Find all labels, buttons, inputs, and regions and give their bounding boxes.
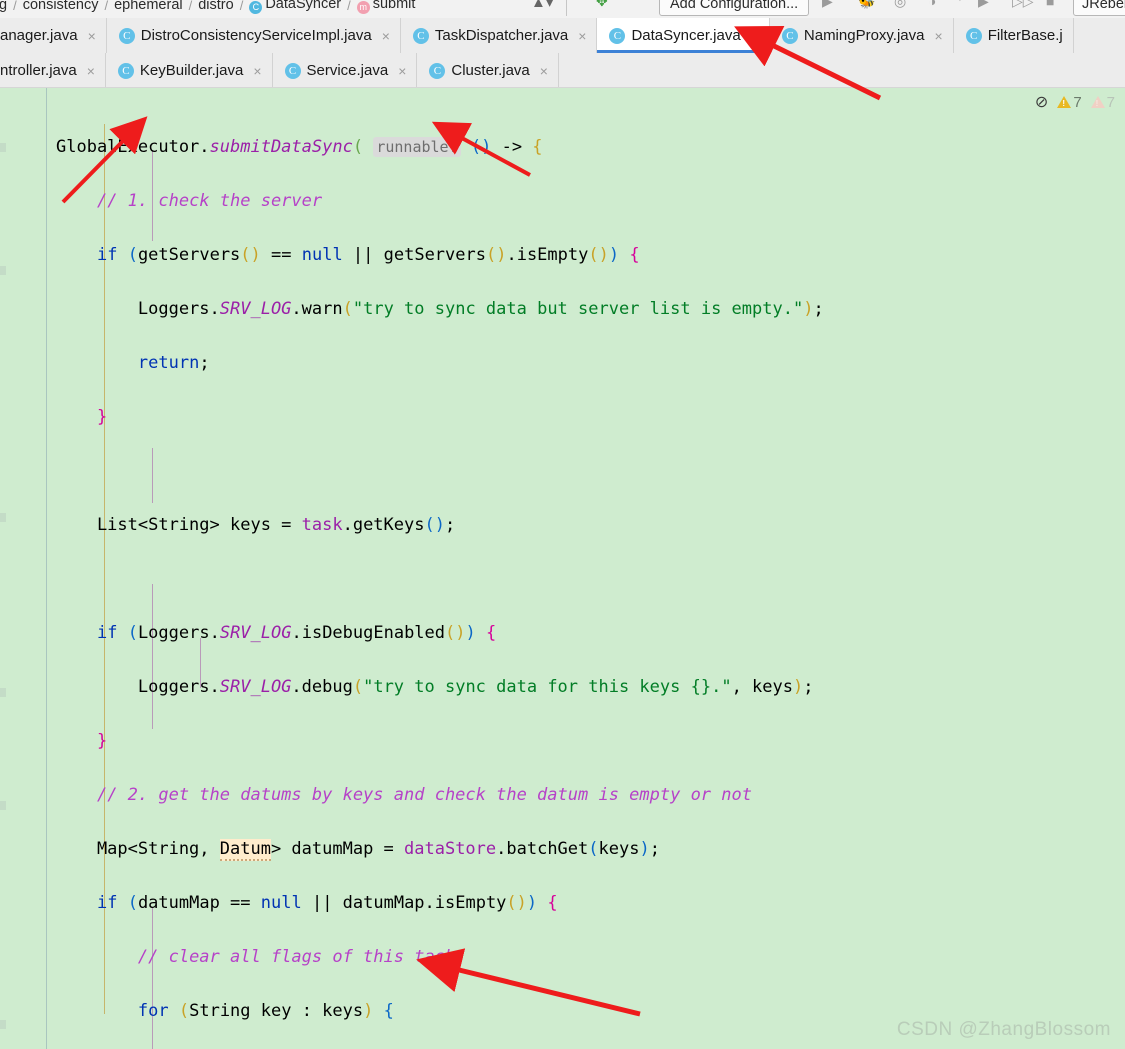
code-line[interactable]: } bbox=[56, 404, 920, 431]
run-configuration-selector[interactable]: Add Configuration... bbox=[659, 0, 810, 16]
close-icon[interactable]: × bbox=[751, 28, 759, 44]
breadcrumb-item-5-label: submit bbox=[372, 0, 416, 12]
code-content[interactable]: GlobalExecutor.submitDataSync( runnable:… bbox=[56, 107, 920, 1049]
tab-distroconsistencyserviceimpl-java[interactable]: C DistroConsistencyServiceImpl.java × bbox=[106, 18, 401, 53]
tab-taskdispatcher-java[interactable]: C TaskDispatcher.java × bbox=[400, 18, 598, 53]
tab-anager-java[interactable]: anager.java × bbox=[0, 18, 107, 53]
build-icon[interactable]: ✥ bbox=[596, 0, 608, 10]
stop-icon[interactable]: ■ bbox=[1046, 0, 1054, 9]
tab-label: DistroConsistencyServiceImpl.java bbox=[140, 27, 372, 44]
java-class-icon: C bbox=[412, 27, 429, 44]
warning-indicator[interactable]: 7 bbox=[1057, 93, 1082, 111]
ide-window: g / consistency / ephemeral / distro / C… bbox=[0, 0, 1125, 1049]
java-class-icon: C bbox=[429, 62, 446, 79]
java-class-icon: C bbox=[965, 27, 982, 44]
code-line[interactable]: if (datumMap == null || datumMap.isEmpty… bbox=[56, 890, 920, 917]
jrebel-button[interactable]: JRebel bbox=[1073, 0, 1125, 16]
tab-label: ntroller.java bbox=[0, 62, 77, 79]
user-avatar-icon[interactable]: ▲▾ bbox=[531, 0, 553, 11]
inspections-off-icon[interactable]: ⊘ bbox=[1035, 92, 1048, 112]
breadcrumb-item-1[interactable]: consistency bbox=[18, 0, 104, 13]
close-icon[interactable]: × bbox=[540, 63, 548, 79]
close-icon[interactable]: × bbox=[87, 63, 95, 79]
step-icon[interactable]: ▷▷ bbox=[1012, 0, 1034, 10]
breadcrumb-item-4-label: DataSyncer bbox=[265, 0, 342, 12]
tab-service-java[interactable]: C Service.java × bbox=[272, 53, 418, 88]
tab-label: KeyBuilder.java bbox=[139, 62, 244, 79]
code-line[interactable]: } bbox=[56, 728, 920, 755]
inspection-widget[interactable]: ⊘ 7 7 bbox=[1035, 92, 1115, 112]
tab-label: NamingProxy.java bbox=[803, 27, 925, 44]
tab-ntroller-java[interactable]: ntroller.java × bbox=[0, 53, 106, 88]
java-class-icon: C bbox=[284, 62, 301, 79]
code-line[interactable]: // 1. check the server bbox=[56, 188, 920, 215]
code-line[interactable]: // clear all flags of this task: bbox=[56, 944, 920, 971]
weak-warning-count: 7 bbox=[1106, 93, 1115, 111]
code-line[interactable]: List<String> keys = task.getKeys(); bbox=[56, 512, 920, 539]
code-line[interactable]: Map<String, Datum> datumMap = dataStore.… bbox=[56, 836, 920, 863]
close-icon[interactable]: × bbox=[578, 28, 586, 44]
breadcrumb-item-4[interactable]: C DataSyncer bbox=[244, 0, 346, 14]
class-icon: C bbox=[249, 1, 263, 14]
close-icon[interactable]: × bbox=[88, 28, 96, 44]
editor-tab-row-1: anager.java × C DistroConsistencyService… bbox=[0, 18, 1074, 53]
code-line[interactable]: return; bbox=[56, 350, 920, 377]
code-line[interactable]: if (getServers() == null || getServers()… bbox=[56, 242, 920, 269]
weak-warning-indicator[interactable]: 7 bbox=[1090, 93, 1115, 111]
java-class-icon: C bbox=[609, 27, 626, 44]
run2-icon[interactable]: ▶ bbox=[978, 0, 989, 10]
profiler-icon[interactable]: ◑ bbox=[928, 0, 936, 9]
code-line[interactable]: if (Loggers.SRV_LOG.isDebugEnabled()) { bbox=[56, 620, 920, 647]
code-line[interactable] bbox=[56, 458, 920, 485]
run-coverage-icon[interactable]: ◎ bbox=[894, 0, 906, 10]
close-icon[interactable]: × bbox=[398, 63, 406, 79]
tab-datasyncer-java[interactable]: C DataSyncer.java × bbox=[597, 18, 770, 53]
breadcrumb: g / consistency / ephemeral / distro / C… bbox=[0, 0, 420, 16]
weak-warning-triangle-icon bbox=[1090, 96, 1105, 108]
editor-tab-row-2: ntroller.java × C KeyBuilder.java × C Se… bbox=[0, 53, 559, 88]
editor-tabs: anager.java × C DistroConsistencyService… bbox=[0, 18, 1125, 88]
code-line[interactable]: for (String key : keys) { bbox=[56, 998, 920, 1025]
breadcrumb-item-0[interactable]: g bbox=[0, 0, 12, 13]
breadcrumb-item-2[interactable]: ephemeral bbox=[109, 0, 188, 13]
debug-icon[interactable]: 🐝 bbox=[858, 0, 875, 10]
method-icon: m bbox=[356, 1, 370, 14]
tab-filterbase-java[interactable]: C FilterBase.j bbox=[953, 18, 1074, 53]
code-editor[interactable]: ⊘ 7 7 GlobalExecutor.submitDataSync( run… bbox=[0, 88, 1125, 1049]
chevron-down-icon[interactable]: ▼ bbox=[955, 0, 965, 4]
code-line[interactable]: // 2. get the datums by keys and check t… bbox=[56, 782, 920, 809]
warning-count: 7 bbox=[1073, 93, 1082, 111]
code-line[interactable] bbox=[56, 566, 920, 593]
warning-triangle-icon bbox=[1057, 96, 1072, 108]
run-icon[interactable]: ▶ bbox=[822, 0, 833, 10]
watermark: CSDN @ZhangBlossom bbox=[896, 1019, 1111, 1040]
code-line[interactable]: Loggers.SRV_LOG.debug("try to sync data … bbox=[56, 674, 920, 701]
code-line[interactable]: Loggers.SRV_LOG.warn("try to sync data b… bbox=[56, 296, 920, 323]
java-class-icon: C bbox=[117, 62, 134, 79]
close-icon[interactable]: × bbox=[253, 63, 261, 79]
tab-namingproxy-java[interactable]: C NamingProxy.java × bbox=[769, 18, 954, 53]
close-icon[interactable]: × bbox=[935, 28, 943, 44]
java-class-icon: C bbox=[118, 27, 135, 44]
breadcrumb-item-5[interactable]: m submit bbox=[352, 0, 421, 14]
tab-label: anager.java bbox=[0, 27, 78, 44]
java-class-icon: C bbox=[781, 27, 798, 44]
toolbar-divider bbox=[566, 0, 567, 16]
tab-keybuilder-java[interactable]: C KeyBuilder.java × bbox=[105, 53, 273, 88]
tab-label: DataSyncer.java bbox=[631, 27, 741, 44]
tab-label: FilterBase.j bbox=[987, 27, 1063, 44]
tab-cluster-java[interactable]: C Cluster.java × bbox=[417, 53, 559, 88]
close-icon[interactable]: × bbox=[382, 28, 390, 44]
main-toolbar: g / consistency / ephemeral / distro / C… bbox=[0, 0, 1125, 19]
tab-label: Service.java bbox=[306, 62, 389, 79]
tab-label: Cluster.java bbox=[451, 62, 530, 79]
tab-label: TaskDispatcher.java bbox=[434, 27, 569, 44]
code-line[interactable]: GlobalExecutor.submitDataSync( runnable:… bbox=[56, 134, 920, 161]
breadcrumb-item-3[interactable]: distro bbox=[193, 0, 238, 13]
